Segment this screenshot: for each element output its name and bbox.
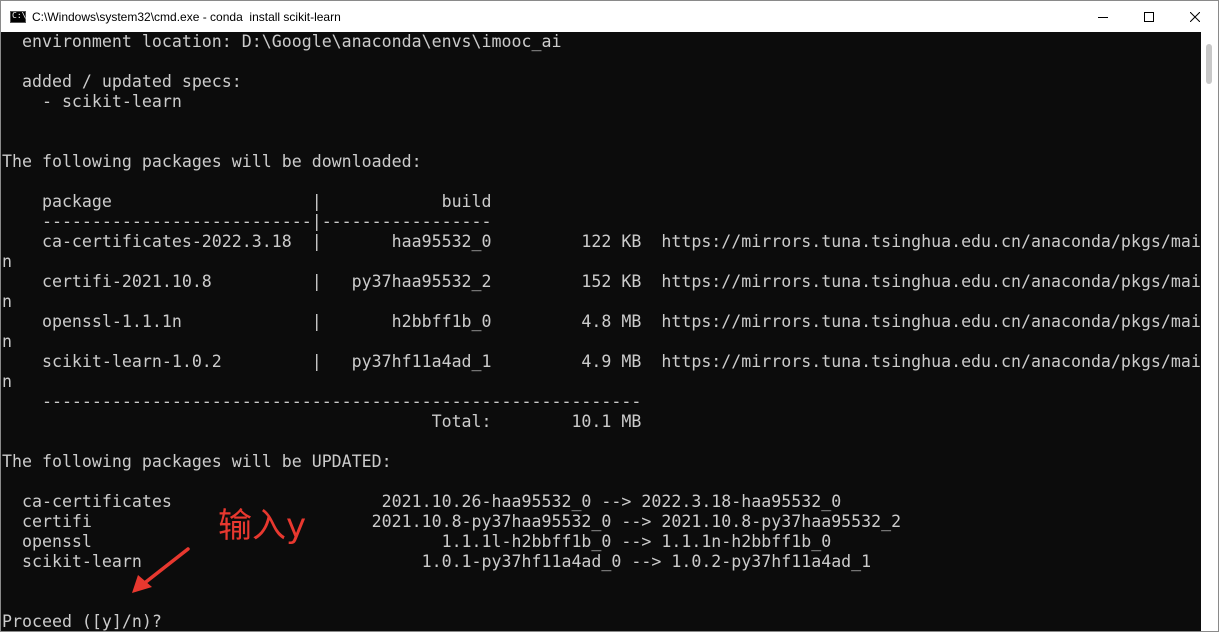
console-line: added / updated specs: <box>2 72 242 91</box>
console-line: Proceed ([y]/n)? <box>2 612 162 631</box>
console-line: ----------------------------------------… <box>2 392 642 411</box>
cmd-icon[interactable]: C:\ <box>10 10 27 23</box>
console-line: n <box>2 372 12 391</box>
scrollbar-thumb[interactable] <box>1206 44 1212 84</box>
console-line: The following packages will be UPDATED: <box>2 452 392 471</box>
console-line: n <box>2 292 12 311</box>
console-line: The following packages will be downloade… <box>2 152 422 171</box>
console-line: scikit-learn-1.0.2 | py37hf11a4ad_1 4.9 … <box>2 352 1201 371</box>
console-line: certifi 2021.10.8-py37haa95532_0 --> 202… <box>2 512 902 531</box>
console-line: ca-certificates-2022.3.18 | haa95532_0 1… <box>2 232 1201 251</box>
annotation-text: 输入y <box>218 506 307 546</box>
window-title: C:\Windows\system32\cmd.exe - conda inst… <box>32 9 341 24</box>
console-line: ca-certificates 2021.10.26-haa95532_0 --… <box>2 492 842 511</box>
console-line: ---------------------------|------------… <box>2 212 492 231</box>
cmd-window: C:\ C:\Windows\system32\cmd.exe - conda … <box>0 0 1219 632</box>
console-line: n <box>2 332 12 351</box>
close-button[interactable] <box>1172 1 1218 32</box>
close-icon <box>1190 11 1200 22</box>
cmd-icon-glyph: C:\ <box>12 10 27 20</box>
minimize-button[interactable] <box>1080 1 1126 32</box>
minimize-icon <box>1098 16 1108 18</box>
maximize-button[interactable] <box>1126 1 1172 32</box>
console-line: - scikit-learn <box>2 92 182 111</box>
console-line: n <box>2 252 12 271</box>
console-line: openssl-1.1.1n | h2bbff1b_0 4.8 MB https… <box>2 312 1201 331</box>
window-controls <box>1080 1 1218 32</box>
console-line: environment location: D:\Google\anaconda… <box>2 32 562 51</box>
console-line: openssl 1.1.1l-h2bbff1b_0 --> 1.1.1n-h2b… <box>2 532 832 551</box>
annotation-arrow-icon <box>132 547 190 593</box>
console-line: Total: 10.1 MB <box>2 412 642 431</box>
console-output[interactable]: environment location: D:\Google\anaconda… <box>1 32 1202 631</box>
vertical-scrollbar[interactable] <box>1201 32 1218 631</box>
console-line: certifi-2021.10.8 | py37haa95532_2 152 K… <box>2 272 1201 291</box>
console-line: package | build <box>2 192 492 211</box>
title-bar[interactable]: C:\ C:\Windows\system32\cmd.exe - conda … <box>1 1 1218 32</box>
maximize-icon <box>1144 11 1154 22</box>
